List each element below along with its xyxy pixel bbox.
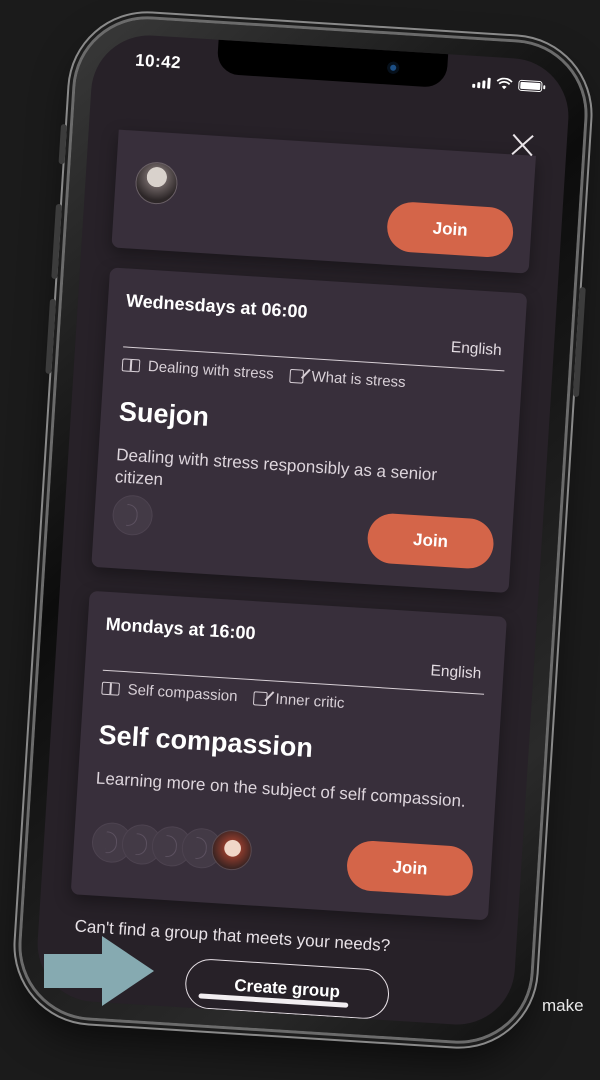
schedule-label: Mondays at 16:00 [105, 613, 257, 644]
edit-icon [289, 368, 304, 384]
group-title: Suejon [118, 396, 210, 432]
topic-tag: Self compassion [101, 680, 238, 706]
side-caption: make [542, 996, 584, 1015]
member-avatars [90, 821, 253, 872]
member-avatars [111, 494, 154, 537]
battery-icon [518, 79, 543, 92]
camera-icon [386, 61, 400, 75]
phone-screen: 10:42 Join Wednesdays at 06:00 English D… [34, 31, 572, 1029]
volume-up-button [51, 203, 62, 280]
subtopic-tag-label: Inner critic [274, 690, 345, 712]
group-title: Self compassion [97, 719, 314, 764]
topic-tags: Self compassion Inner critic [101, 680, 345, 712]
member-avatar [134, 160, 179, 206]
power-button [572, 286, 586, 398]
mute-switch [58, 124, 68, 165]
topic-tag: Dealing with stress [121, 356, 274, 383]
group-card: Mondays at 16:00 English Self compassion… [70, 590, 507, 921]
placeholder-avatar [111, 494, 154, 537]
subtopic-tag: Inner critic [252, 689, 345, 712]
join-button[interactable]: Join [366, 512, 496, 570]
subtopic-tag-label: What is stress [310, 368, 407, 392]
topic-tag-label: Self compassion [127, 681, 238, 706]
volume-down-button [45, 298, 57, 374]
group-card: Wednesdays at 06:00 English Dealing with… [91, 267, 528, 594]
group-card-partial: Join [111, 129, 536, 274]
subtopic-tag: What is stress [289, 367, 406, 391]
language-label: English [430, 662, 482, 683]
close-icon[interactable] [508, 130, 538, 160]
group-description: Learning more on the subject of self com… [95, 768, 467, 811]
status-icons [472, 76, 543, 92]
group-description: Dealing with stress responsibly as a sen… [114, 445, 438, 490]
phone-mockup: 10:42 Join Wednesdays at 06:00 English D… [17, 14, 589, 1046]
book-icon [101, 681, 121, 696]
book-icon [121, 358, 141, 373]
topic-tag-label: Dealing with stress [147, 357, 275, 383]
edit-icon [252, 690, 268, 706]
signal-icon [472, 76, 491, 89]
schedule-label: Wednesdays at 06:00 [125, 290, 309, 322]
member-avatar [210, 828, 253, 872]
status-time: 10:42 [134, 50, 182, 73]
join-button[interactable]: Join [345, 839, 475, 898]
arrow-icon [44, 936, 154, 1006]
wifi-icon [496, 77, 513, 90]
language-label: English [450, 338, 503, 360]
join-button[interactable]: Join [385, 200, 515, 259]
